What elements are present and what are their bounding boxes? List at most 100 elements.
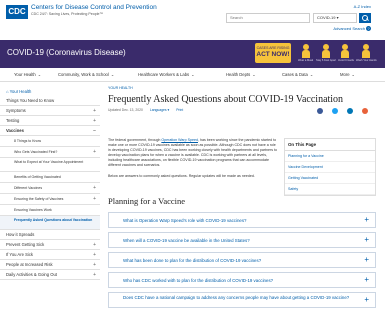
sidebar-item-label: Testing: [6, 118, 20, 123]
sidebar-subitem-label: Who Gets Vaccinated First?: [14, 150, 58, 154]
intro-paragraph: The federal government, through Operatio…: [108, 138, 278, 169]
intro-text: The federal government, through: [108, 138, 162, 142]
on-this-page-link[interactable]: Getting Vaccinated: [285, 173, 375, 184]
expand-icon[interactable]: +: [93, 194, 96, 205]
updated-date: Updated Dec. 13, 2020: [108, 108, 143, 112]
sidebar-item-vaccines[interactable]: Vaccines −: [0, 126, 100, 136]
sidebar-subitem-label: Ensuring Vaccines Work: [14, 208, 52, 212]
operation-warp-speed-link[interactable]: Operation Warp Speed: [161, 138, 198, 142]
sidebar-subitem-current[interactable]: Frequently Asked Questions about Vaccina…: [0, 216, 100, 230]
main-nav: Your Health Community, Work & School Hea…: [0, 68, 385, 82]
expand-icon[interactable]: +: [93, 240, 96, 250]
icon-label: Stay 6 Feet Apart: [316, 59, 337, 62]
sidebar-item-things-to-know[interactable]: Things You Need to Know: [0, 96, 100, 106]
expand-icon[interactable]: +: [93, 260, 96, 270]
sidebar-subitem-label: Frequently Asked Questions about Vaccina…: [14, 218, 93, 222]
faq-accordion[interactable]: Who has CDC worked with to plan for the …: [108, 272, 376, 288]
syndicate-icon[interactable]: [362, 108, 368, 114]
sidebar-item-label: Vaccines: [6, 128, 24, 133]
sidebar-subitem[interactable]: What to Expect at Your Vaccine Appointme…: [0, 158, 100, 172]
search-input[interactable]: Search: [226, 13, 310, 23]
plus-icon: +: [364, 255, 369, 264]
faq-question: What is Operation Warp Speed’s role with…: [123, 218, 247, 223]
sidebar: ⌂ Your Health Things You Need to Know Sy…: [0, 86, 100, 280]
print-link[interactable]: Print: [176, 108, 183, 112]
sidebar-subitem[interactable]: Ensuring Vaccines Work: [0, 205, 100, 216]
collapse-icon[interactable]: −: [93, 126, 96, 136]
on-this-page-title: On This Page: [285, 139, 375, 151]
expand-icon[interactable]: +: [93, 147, 96, 158]
sidebar-item-daily-activities[interactable]: Daily Activities & Going Out +: [0, 270, 100, 280]
languages-dropdown[interactable]: Languages ▾: [150, 108, 169, 112]
cdc-logo[interactable]: CDC: [6, 5, 28, 19]
handwash-icon: [361, 44, 371, 58]
twitter-icon[interactable]: [332, 108, 339, 114]
icon-label: Wash Your Hands: [356, 59, 377, 62]
sidebar-item-prevent[interactable]: Prevent Getting Sick +: [0, 240, 100, 250]
on-this-page-box: On This Page Planning for a Vaccine Vacc…: [284, 138, 376, 196]
sidebar-item-how-it-spreads[interactable]: How it Spreads: [0, 230, 100, 240]
nav-your-health[interactable]: Your Health: [14, 72, 41, 77]
search-button[interactable]: [359, 13, 371, 23]
faq-accordion[interactable]: When will a COVID-19 vaccine be availabl…: [108, 232, 376, 248]
org-title[interactable]: Centers for Disease Control and Preventi…: [31, 4, 157, 11]
faq-question: Who has CDC worked with to plan for the …: [123, 278, 274, 283]
sidebar-subitem[interactable]: 8 Things to Know: [0, 136, 100, 147]
banner-title[interactable]: COVID-19 (Coronavirus Disease): [7, 48, 126, 57]
nav-more[interactable]: More: [340, 72, 355, 77]
facebook-icon[interactable]: [317, 108, 324, 114]
expand-icon[interactable]: +: [93, 183, 96, 194]
act-now-button[interactable]: CASES ARE RISING ACT NOW!: [255, 43, 291, 63]
sidebar-subitem-label: Benefits of Getting Vaccinated: [14, 175, 61, 179]
advanced-search-link[interactable]: Advanced Search?: [333, 26, 371, 31]
on-this-page-link[interactable]: Vaccine Development: [285, 162, 375, 173]
section-title: Planning for a Vaccine: [108, 196, 186, 206]
main-content: YOUR HEALTH Frequently Asked Questions a…: [108, 86, 378, 308]
expand-icon[interactable]: +: [93, 116, 96, 126]
distance-icon: [321, 44, 331, 58]
faq-question: When will a COVID-19 vaccine be availabl…: [123, 238, 250, 243]
sidebar-subitem[interactable]: Ensuring the Safety of Vaccines +: [0, 194, 100, 205]
plus-icon: +: [364, 235, 369, 244]
sidebar-home[interactable]: ⌂ Your Health: [0, 86, 100, 96]
expand-icon[interactable]: +: [93, 106, 96, 116]
plus-icon: +: [364, 295, 369, 304]
expand-icon[interactable]: +: [93, 270, 96, 280]
faq-accordion[interactable]: Does CDC have a national campaign to add…: [108, 292, 376, 308]
plus-icon: +: [364, 275, 369, 284]
icon-label: Wear a Mask: [298, 59, 314, 62]
breadcrumb[interactable]: YOUR HEALTH: [108, 86, 378, 94]
nav-community[interactable]: Community, Work & School: [58, 72, 114, 77]
search-scope-value: COVID-19: [317, 15, 336, 20]
search-scope-select[interactable]: COVID-19 ▾: [313, 13, 357, 23]
faq-accordion[interactable]: What has been done to plan for the distr…: [108, 252, 376, 268]
sidebar-subitem[interactable]: Benefits of Getting Vaccinated: [0, 172, 100, 183]
intro-paragraph-2: Below are answers to commonly asked ques…: [108, 174, 255, 178]
nav-healthcare[interactable]: Healthcare Workers & Labs: [138, 72, 195, 77]
expand-icon[interactable]: +: [93, 250, 96, 260]
on-this-page-link[interactable]: Safety: [285, 184, 375, 195]
nav-cases-data[interactable]: Cases & Data: [282, 72, 313, 77]
icon-label: Avoid Crowds: [338, 59, 354, 62]
sidebar-item-label: People at Increased Risk: [6, 262, 53, 267]
sidebar-item-if-sick[interactable]: If You Are Sick +: [0, 250, 100, 260]
on-this-page-link[interactable]: Planning for a Vaccine: [285, 151, 375, 162]
sidebar-item-increased-risk[interactable]: People at Increased Risk +: [0, 260, 100, 270]
az-index-link[interactable]: A-Z Index: [354, 4, 371, 9]
linkedin-icon[interactable]: [347, 108, 354, 114]
faq-question: Does CDC have a national campaign to add…: [123, 295, 350, 300]
page-meta: Updated Dec. 13, 2020 Languages ▾ Print: [108, 108, 378, 118]
faq-accordion[interactable]: What is Operation Warp Speed’s role with…: [108, 212, 376, 228]
site-header: CDC Centers for Disease Control and Prev…: [0, 0, 385, 40]
nav-health-depts[interactable]: Health Depts: [226, 72, 256, 77]
sidebar-item-symptoms[interactable]: Symptoms +: [0, 106, 100, 116]
help-icon: ?: [366, 26, 371, 31]
sidebar-subitem-label: Ensuring the Safety of Vaccines: [14, 197, 64, 201]
intro-text: , has been working since the pandemic st…: [108, 138, 277, 168]
sidebar-item-label: If You Are Sick: [6, 252, 34, 257]
sidebar-item-label: How it Spreads: [6, 232, 35, 237]
sidebar-item-testing[interactable]: Testing +: [0, 116, 100, 126]
sidebar-subitem[interactable]: Different Vaccines +: [0, 183, 100, 194]
sidebar-subitem[interactable]: Who Gets Vaccinated First? +: [0, 147, 100, 158]
sidebar-subitem-label: Different Vaccines: [14, 186, 43, 190]
